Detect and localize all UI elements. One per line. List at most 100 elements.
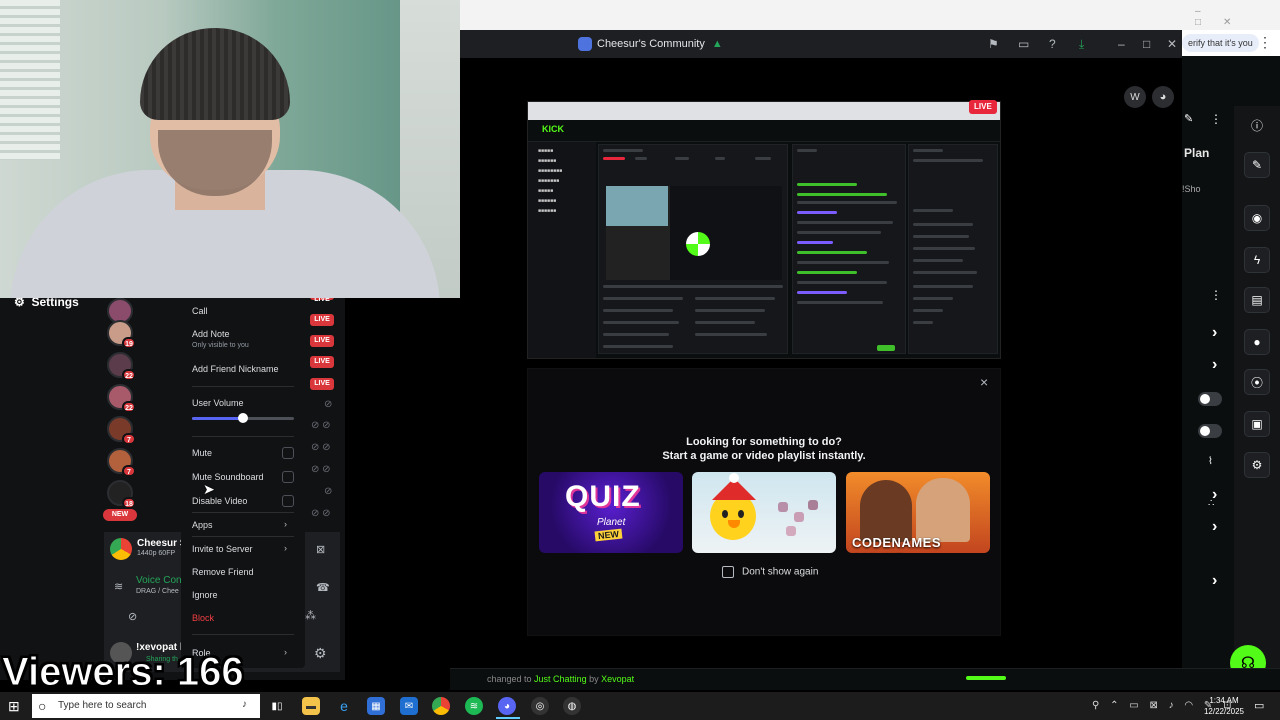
- layout-icon[interactable]: ▣: [1244, 411, 1270, 437]
- dont-show-again-checkbox[interactable]: Don't show again: [722, 566, 818, 578]
- codenames-card[interactable]: CODENAMES ONLINE: [846, 472, 990, 553]
- menu-item-mute[interactable]: Mute: [192, 448, 212, 458]
- chevron-right-icon[interactable]: ›: [1212, 324, 1217, 342]
- avatar[interactable]: 22: [107, 352, 136, 381]
- menu-item-remove-friend[interactable]: Remove Friend: [192, 567, 254, 577]
- spotify-icon[interactable]: ≋: [465, 697, 483, 715]
- menu-item-call[interactable]: Call: [192, 306, 208, 316]
- user-volume-fill: [192, 417, 243, 420]
- mic-icon[interactable]: ♪: [242, 699, 247, 710]
- mute-soundboard-checkbox[interactable]: [282, 471, 294, 483]
- live-badge: LIVE: [969, 100, 997, 114]
- chrome-icon[interactable]: [432, 697, 450, 715]
- quiz-planet-card[interactable]: QUIZ Planet NEW: [539, 472, 683, 553]
- chart-icon[interactable]: ⌇: [1208, 456, 1213, 467]
- minimize-icon[interactable]: –: [1118, 37, 1125, 51]
- popout-title: Cheesur's Community ▲: [578, 38, 723, 50]
- browser-menu-icon[interactable]: ⋮: [1258, 34, 1272, 51]
- notification-icon[interactable]: ▭: [1254, 699, 1264, 712]
- soundboard-icon[interactable]: ⁂: [305, 609, 316, 622]
- close-icon[interactable]: ×: [980, 374, 988, 390]
- card-title: CODENAMES ONLINE: [852, 535, 942, 553]
- disconnect-icon[interactable]: ☎: [316, 581, 330, 594]
- wrench-icon[interactable]: ⚙: [1244, 452, 1270, 478]
- signal-icon[interactable]: ≋: [114, 580, 123, 593]
- more-icon-2[interactable]: ⋮: [1210, 288, 1222, 302]
- avatar[interactable]: 18: [107, 480, 136, 509]
- edge-icon[interactable]: e: [335, 697, 353, 715]
- shared-stream-info-panel: [908, 144, 998, 354]
- checkbox-icon[interactable]: [722, 566, 734, 578]
- verify-prompt[interactable]: erify that it's you: [1182, 34, 1259, 52]
- shared-kick-header: [528, 120, 1000, 142]
- menu-item-add-nickname[interactable]: Add Friend Nickname: [192, 364, 279, 374]
- show-label: !Sho: [1182, 184, 1201, 194]
- download-icon[interactable]: ⤓: [1079, 37, 1084, 52]
- chevron-right-icon[interactable]: ›: [1212, 356, 1217, 374]
- app-icon[interactable]: ◍: [563, 697, 581, 715]
- user-avatar-w[interactable]: W: [1124, 86, 1146, 108]
- discord-icon[interactable]: ◕: [1152, 86, 1174, 108]
- broadcast-icon[interactable]: ⦿: [1244, 369, 1270, 395]
- toggle-1[interactable]: [1198, 392, 1222, 406]
- dots-icon[interactable]: ∴: [1208, 498, 1214, 509]
- dont-show-label: Don't show again: [742, 566, 819, 578]
- stream-name[interactable]: Cheesur S: [137, 538, 186, 549]
- pencil-icon[interactable]: ✎: [1244, 152, 1270, 178]
- menu-item-disable-video[interactable]: Disable Video: [192, 496, 247, 506]
- voice-channel-path: DRAG / Chee: [136, 588, 179, 595]
- task-view-icon[interactable]: ▮▯: [268, 697, 286, 715]
- file-explorer-icon[interactable]: ▬: [302, 697, 320, 715]
- card-title: QUIZ: [565, 480, 641, 513]
- document-icon[interactable]: ▤: [1244, 287, 1270, 313]
- menu-item-block[interactable]: Block: [192, 613, 214, 623]
- menu-item-apps[interactable]: Apps: [192, 520, 213, 530]
- popout-titlebar: [460, 30, 1182, 58]
- user-settings-gear-icon[interactable]: ⚙: [314, 645, 327, 662]
- stop-stream-icon[interactable]: ⊠: [316, 543, 325, 556]
- voice-connected-label[interactable]: Voice Con: [136, 575, 182, 586]
- mail-icon[interactable]: ✉: [400, 697, 418, 715]
- more-icon[interactable]: ⋮: [1210, 112, 1222, 126]
- edit-icon[interactable]: ✎: [1184, 112, 1193, 125]
- help-icon[interactable]: ?: [1049, 37, 1056, 51]
- shared-screen[interactable]: KICK ■■■■■ ■■■■■■ ■■■■■■■■ ■■■■■■■ ■■■■■…: [527, 101, 1001, 359]
- avatar[interactable]: 22: [107, 384, 136, 413]
- bolt-icon[interactable]: ϟ: [1244, 247, 1270, 273]
- avatar[interactable]: 19: [107, 320, 136, 349]
- category-name: Just Chatting: [534, 674, 587, 684]
- category-change-text: changed to Just Chatting by Xevopat: [487, 674, 635, 684]
- discord-app-icon[interactable]: ◕: [498, 697, 516, 715]
- video-off-icon[interactable]: ⊘: [128, 610, 137, 623]
- windows-start-icon[interactable]: ⊞: [8, 698, 24, 714]
- user-volume-knob[interactable]: [238, 413, 248, 423]
- obs-icon[interactable]: ◎: [531, 697, 549, 715]
- shared-browser-chrome: [528, 102, 1000, 120]
- chicken-game-card[interactable]: [692, 472, 836, 553]
- maximize-icon[interactable]: □: [1143, 37, 1150, 51]
- store-icon[interactable]: ▦: [367, 697, 385, 715]
- menu-item-invite[interactable]: Invite to Server: [192, 544, 253, 554]
- info-icon[interactable]: ⓘ: [1244, 112, 1270, 138]
- activity-heading-line2: Start a game or video playlist instantly…: [662, 450, 866, 462]
- webcam-feed: [0, 0, 460, 298]
- avatar[interactable]: 7: [107, 416, 136, 445]
- menu-item-ignore[interactable]: Ignore: [192, 590, 218, 600]
- mute-checkbox[interactable]: [282, 447, 294, 459]
- activity-heading: Looking for something to do? Start a gam…: [527, 435, 1001, 463]
- menu-item-add-note[interactable]: Add Note: [192, 329, 230, 339]
- chevron-right-icon[interactable]: ›: [1212, 572, 1217, 590]
- avatar[interactable]: 7: [107, 448, 136, 477]
- chat-icon[interactable]: ●: [1244, 329, 1270, 355]
- pip-icon[interactable]: ▭: [1018, 37, 1029, 51]
- chrome-icon: [110, 538, 132, 560]
- chevron-right-icon[interactable]: ›: [1212, 518, 1217, 536]
- toggle-2[interactable]: [1198, 424, 1222, 438]
- taskbar-clock[interactable]: 1:34 AM 12/22/2025: [1200, 695, 1248, 717]
- disable-video-checkbox[interactable]: [282, 495, 294, 507]
- browser-window-controls[interactable]: –□✕: [1195, 6, 1280, 28]
- plan-label: Plan: [1184, 146, 1210, 160]
- camera-icon[interactable]: ◉: [1244, 205, 1270, 231]
- close-icon[interactable]: ✕: [1167, 37, 1177, 51]
- flag-icon[interactable]: ⚑: [988, 37, 999, 51]
